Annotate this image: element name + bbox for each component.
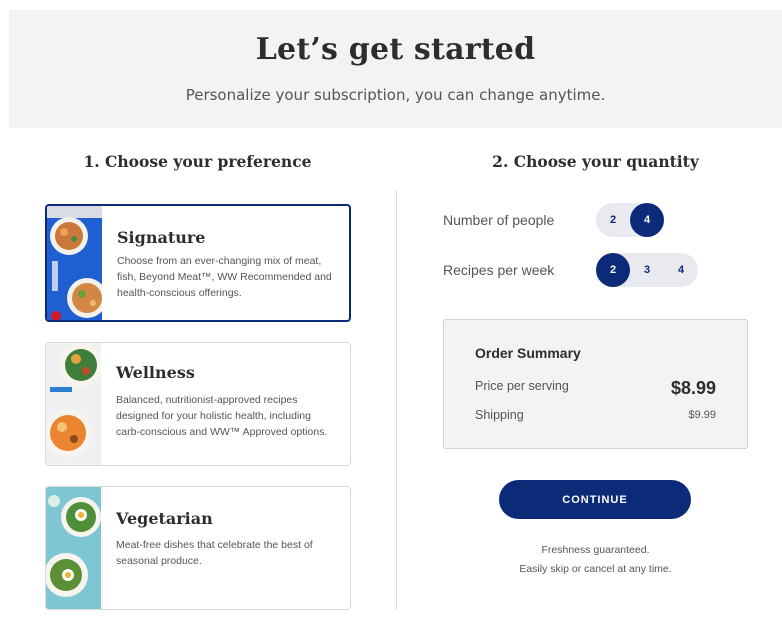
plan-description: Choose from an ever-changing mix of meat… <box>117 255 332 299</box>
price-per-serving-label: Price per serving <box>475 379 569 393</box>
preference-heading: 1. Choose your preference <box>83 152 312 171</box>
recipes-option-2[interactable]: 2 <box>596 253 630 287</box>
skip-cancel-note: Easily skip or cancel at any time. <box>519 563 672 575</box>
signature-food-image <box>47 206 102 320</box>
quantity-heading: 2. Choose your quantity <box>492 152 699 171</box>
hero-banner: Let’s get started Personalize your subsc… <box>9 10 782 128</box>
plan-card-vegetarian[interactable]: Vegetarian Meat-free dishes that celebra… <box>45 486 351 610</box>
shipping-label: Shipping <box>475 408 524 422</box>
plan-title: Vegetarian <box>116 509 213 528</box>
freshness-note: Freshness guaranteed. <box>541 544 650 556</box>
column-divider <box>396 190 397 610</box>
people-label: Number of people <box>443 212 555 228</box>
plan-title: Signature <box>117 228 206 247</box>
price-per-serving-value: $8.99 <box>670 378 716 398</box>
recipes-label: Recipes per week <box>443 262 555 278</box>
vegetarian-food-image <box>46 487 101 609</box>
page-subtitle: Personalize your subscription, you can c… <box>185 86 606 104</box>
recipes-selector: 2 3 4 <box>596 253 698 287</box>
plan-card-wellness[interactable]: Wellness Balanced, nutritionist-approved… <box>45 342 351 466</box>
page-title: Let’s get started <box>255 32 536 67</box>
summary-title: Order Summary <box>475 345 581 361</box>
plan-description: Meat-free dishes that celebrate the best… <box>116 539 313 567</box>
people-selector: 2 4 <box>596 203 664 237</box>
recipes-option-4[interactable]: 4 <box>664 253 698 287</box>
plan-title: Wellness <box>116 363 195 382</box>
order-summary: Order Summary Price per serving $8.99 Sh… <box>443 319 748 449</box>
wellness-food-image <box>46 343 101 465</box>
plan-description: Balanced, nutritionist-approved recipes … <box>116 394 328 438</box>
recipes-option-3[interactable]: 3 <box>630 253 664 287</box>
people-option-2[interactable]: 2 <box>596 203 630 237</box>
people-option-4[interactable]: 4 <box>630 203 664 237</box>
plan-card-signature[interactable]: Signature Choose from an ever-changing m… <box>45 204 351 322</box>
continue-button[interactable]: CONTINUE <box>499 480 691 519</box>
shipping-value: $9.99 <box>688 409 716 421</box>
